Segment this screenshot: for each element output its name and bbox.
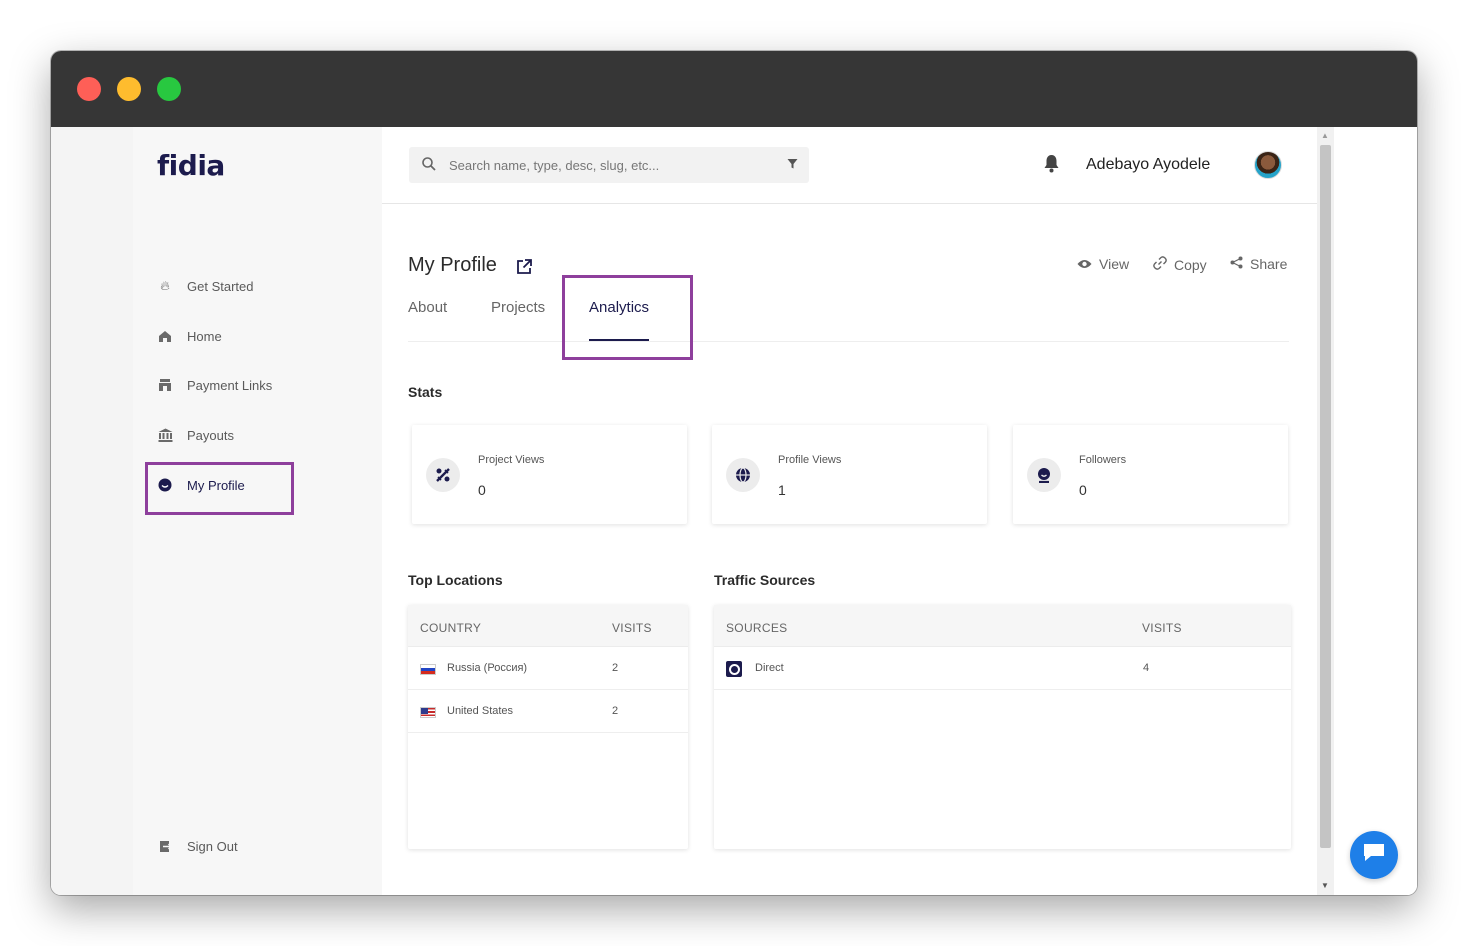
store-icon	[157, 377, 173, 393]
stats-heading: Stats	[408, 384, 443, 400]
stat-label: Profile Views	[778, 454, 842, 466]
analytics-tab-highlight	[562, 275, 693, 360]
top-locations-heading: Top Locations	[408, 572, 503, 588]
notification-bell-icon[interactable]	[1043, 154, 1063, 176]
sidebar-item-label: Payouts	[187, 427, 234, 443]
view-button[interactable]: View	[1077, 256, 1129, 272]
visit-count: 4	[1143, 662, 1150, 674]
filter-icon[interactable]	[775, 158, 809, 172]
app-content: fidia 🔥︎ Get Started Home Payment Links	[51, 127, 1417, 895]
sidebar-item-home[interactable]: Home	[157, 324, 222, 348]
left-gutter	[51, 127, 133, 895]
external-link-icon[interactable]	[516, 258, 533, 280]
my-profile-highlight	[145, 462, 294, 515]
scrollbar-thumb[interactable]	[1320, 145, 1331, 848]
bank-icon	[157, 427, 173, 443]
right-gutter	[1334, 127, 1417, 895]
country-name: United States	[447, 705, 514, 717]
sidebar-item-payouts[interactable]: Payouts	[157, 423, 234, 447]
maximize-window-button[interactable]	[157, 77, 181, 101]
column-header: VISITS	[612, 621, 652, 635]
sidebar: fidia 🔥︎ Get Started Home Payment Links	[133, 127, 382, 895]
minimize-window-button[interactable]	[117, 77, 141, 101]
stat-label: Project Views	[478, 454, 545, 466]
user-avatar[interactable]	[1254, 151, 1282, 179]
search-bar	[409, 147, 809, 183]
page-title: My Profile	[408, 254, 497, 276]
sidebar-item-payment-links[interactable]: Payment Links	[157, 373, 272, 397]
visit-count: 2	[612, 662, 619, 674]
copy-button[interactable]: Copy	[1153, 256, 1207, 273]
chat-support-button[interactable]	[1350, 831, 1398, 879]
table-row: Direct 4	[714, 647, 1291, 690]
scroll-down-arrow-icon[interactable]: ▼	[1321, 881, 1329, 890]
profile-tabs: About Projects Analytics	[408, 299, 1289, 342]
country-name: Russia (Россия)	[447, 662, 528, 674]
table-header: SOURCES VISITS	[714, 605, 1291, 647]
flame-icon: 🔥︎	[160, 278, 170, 293]
stat-label: Followers	[1079, 454, 1127, 466]
fidia-logo[interactable]: fidia	[157, 149, 225, 182]
project-icon	[426, 458, 460, 492]
stat-card-followers: Followers 0	[1013, 425, 1288, 524]
table-header: COUNTRY VISITS	[408, 605, 688, 647]
title-bar	[51, 51, 1417, 127]
sidebar-item-label: Payment Links	[187, 377, 273, 393]
sign-out-button[interactable]: Sign Out	[157, 834, 238, 858]
share-button[interactable]: Share	[1230, 256, 1287, 272]
traffic-sources-heading: Traffic Sources	[714, 572, 816, 588]
top-locations-table: COUNTRY VISITS Russia (Россия) 2 United …	[408, 605, 688, 849]
search-input[interactable]	[449, 157, 775, 173]
column-header: VISITS	[1142, 621, 1182, 635]
copy-link-icon	[1153, 256, 1167, 273]
direct-source-icon	[726, 661, 742, 677]
sidebar-item-get-started[interactable]: 🔥︎ Get Started	[157, 274, 253, 298]
stat-value: 0	[1079, 482, 1087, 498]
sidebar-item-label: Get Started	[187, 278, 254, 294]
visit-count: 2	[612, 705, 619, 717]
share-icon	[1230, 256, 1243, 272]
browser-window: fidia 🔥︎ Get Started Home Payment Links	[51, 51, 1417, 895]
us-flag-icon	[420, 707, 436, 718]
tab-projects[interactable]: Projects	[491, 299, 545, 341]
russia-flag-icon	[420, 664, 436, 675]
follower-icon	[1027, 458, 1061, 492]
source-name: Direct	[755, 662, 784, 674]
sidebar-item-label: Home	[187, 328, 222, 344]
home-icon	[157, 328, 173, 344]
table-row: Russia (Россия) 2	[408, 647, 688, 690]
stat-card-profile-views: Profile Views 1	[712, 425, 987, 524]
stat-value: 1	[778, 482, 786, 498]
sign-out-label: Sign Out	[187, 838, 238, 854]
stat-card-project-views: Project Views 0	[412, 425, 687, 524]
main-panel: Adebayo Ayodele My Profile View Copy	[382, 127, 1317, 895]
column-header: COUNTRY	[420, 621, 482, 635]
traffic-sources-table: SOURCES VISITS Direct 4	[714, 605, 1291, 849]
sign-out-icon	[157, 838, 173, 854]
eye-icon	[1077, 257, 1092, 272]
table-row: United States 2	[408, 690, 688, 733]
scroll-up-arrow-icon[interactable]: ▲	[1321, 131, 1329, 140]
top-bar: Adebayo Ayodele	[382, 127, 1317, 204]
search-icon	[409, 156, 449, 174]
close-window-button[interactable]	[77, 77, 101, 101]
tab-about[interactable]: About	[408, 299, 447, 341]
column-header: SOURCES	[726, 621, 788, 635]
globe-icon	[726, 458, 760, 492]
chat-bubble-icon	[1362, 841, 1386, 869]
stat-value: 0	[478, 482, 486, 498]
user-name[interactable]: Adebayo Ayodele	[1086, 156, 1210, 174]
